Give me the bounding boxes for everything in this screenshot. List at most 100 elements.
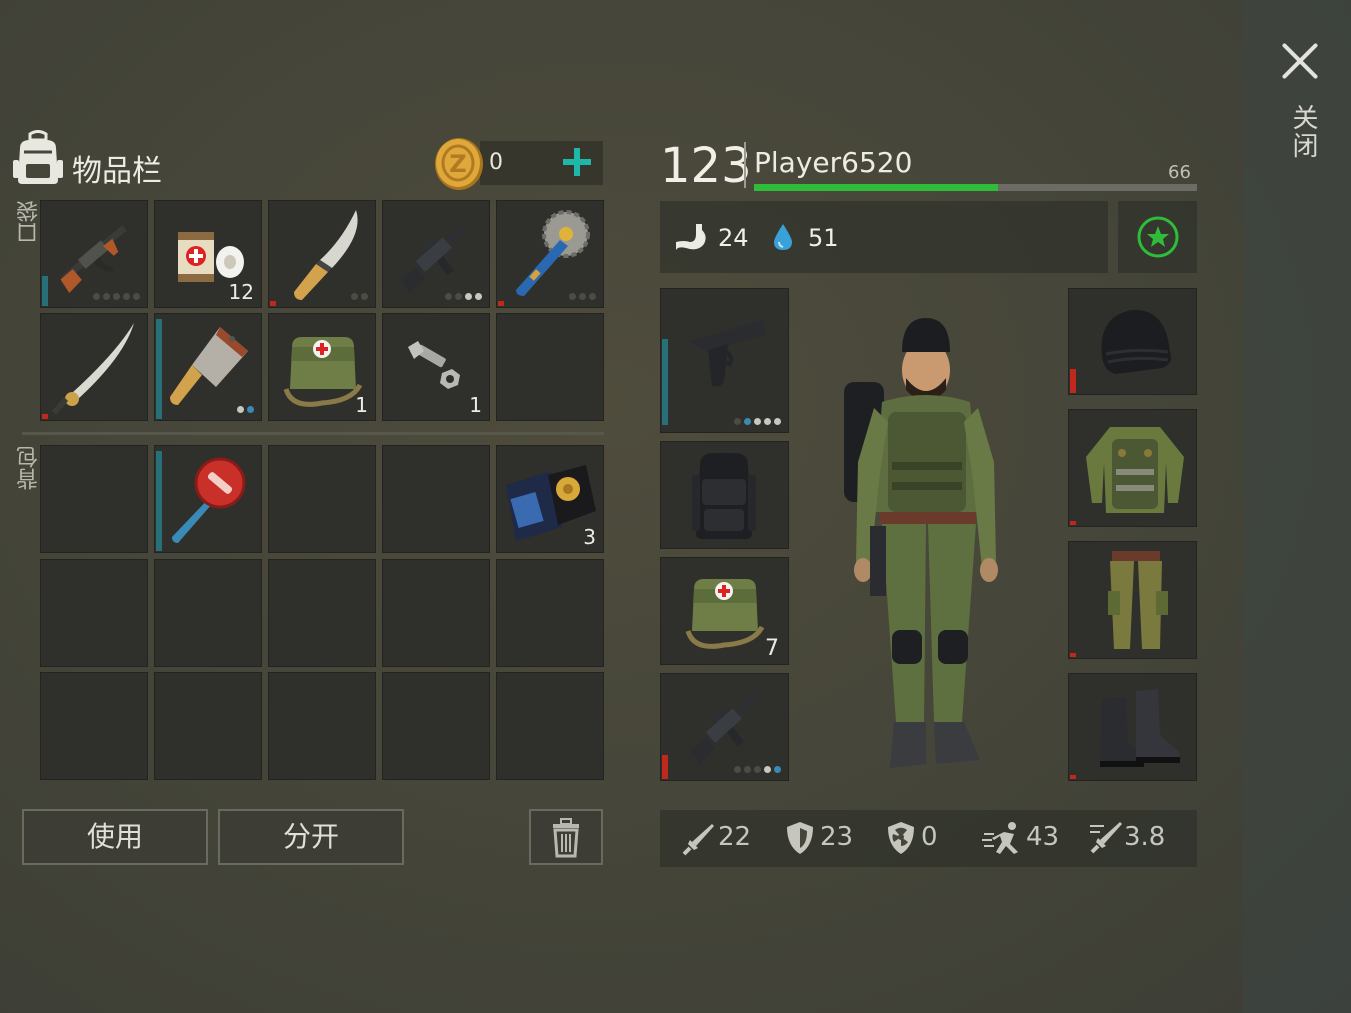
- backpack-icon: [12, 130, 64, 190]
- pocket-slot-9[interactable]: 1: [382, 313, 490, 421]
- saw-blade-club-icon: [516, 210, 590, 296]
- combat-boots-icon: [1100, 689, 1180, 767]
- durability-bar: [1070, 653, 1076, 657]
- quality-dots: [734, 418, 781, 425]
- attack-speed-value: 3.8: [1124, 822, 1166, 852]
- pocket-slot-6[interactable]: [40, 313, 148, 421]
- attack-icon: [682, 822, 716, 860]
- speed-running-icon: [982, 820, 1026, 860]
- pocket-slot-7[interactable]: [154, 313, 262, 421]
- backpack-slot-8[interactable]: [268, 559, 376, 667]
- section-divider: [22, 432, 604, 435]
- backpack-slot-15[interactable]: [496, 672, 604, 780]
- backpack-slot-12[interactable]: [154, 672, 262, 780]
- water-drop-icon: [772, 222, 794, 256]
- coin-count: 0: [489, 150, 503, 175]
- level-separator: [744, 142, 746, 188]
- favorites-button[interactable]: [1118, 201, 1197, 273]
- player-character: [830, 312, 1020, 778]
- m16-rifle-icon: [400, 222, 469, 294]
- backpack-slot-7[interactable]: [154, 559, 262, 667]
- split-button[interactable]: 分开: [218, 809, 404, 865]
- ak47-rifle-icon: [60, 225, 127, 294]
- tactical-backpack-icon: [692, 453, 756, 539]
- close-label[interactable]: 关闭: [1283, 104, 1318, 160]
- equip-slot-sidearm[interactable]: [660, 288, 789, 433]
- backpack-slot-3[interactable]: [268, 445, 376, 553]
- equip-slot-body[interactable]: [1068, 409, 1197, 527]
- add-coins-button[interactable]: [561, 146, 593, 178]
- hunger-value: 24: [718, 224, 749, 252]
- defense-value: 23: [820, 822, 854, 852]
- backpack-slot-6[interactable]: [40, 559, 148, 667]
- machete-icon: [294, 210, 358, 300]
- item-count: 7: [765, 636, 779, 661]
- xp-bar-fill: [754, 184, 998, 191]
- quality-dots: [445, 293, 482, 300]
- hunger-icon: [674, 222, 710, 256]
- durability-bar: [1070, 369, 1076, 393]
- speed-value: 43: [1026, 822, 1060, 852]
- pocket-slot-1[interactable]: [40, 200, 148, 308]
- pistol-icon: [688, 320, 766, 387]
- xp-value: 66: [1168, 162, 1191, 183]
- m16-rifle-icon: [690, 693, 759, 765]
- equip-slot-feet[interactable]: [1068, 673, 1197, 781]
- camo-armored-jacket-icon: [1086, 427, 1184, 513]
- item-count: 3: [583, 525, 596, 549]
- thirst-value: 51: [808, 224, 839, 252]
- katana-icon: [52, 323, 134, 415]
- backpack-slot-14[interactable]: [382, 672, 490, 780]
- inventory-title: 物品栏: [72, 154, 162, 189]
- pocket-slot-5[interactable]: [496, 200, 604, 308]
- durability-bar: [1070, 775, 1076, 779]
- cleaver-icon: [170, 327, 248, 405]
- defense-shield-icon: [785, 820, 815, 860]
- pocket-slot-3[interactable]: [268, 200, 376, 308]
- backpack-slot-13[interactable]: [268, 672, 376, 780]
- star-badge-icon: [1137, 216, 1179, 258]
- durability-bar: [662, 339, 668, 425]
- stop-sign-axe-icon: [172, 457, 246, 543]
- backpack-slot-10[interactable]: [496, 559, 604, 667]
- backpack-slot-1[interactable]: [40, 445, 148, 553]
- item-count: 1: [469, 393, 482, 417]
- pocket-slot-10[interactable]: [496, 313, 604, 421]
- backpack-slot-5[interactable]: 3: [496, 445, 604, 553]
- item-count: 1: [355, 393, 368, 417]
- durability-bar: [1070, 521, 1076, 525]
- equip-slot-backpack[interactable]: [660, 441, 789, 549]
- player-name: Player6520: [754, 146, 913, 179]
- backpack-slot-2[interactable]: [154, 445, 262, 553]
- quality-dots: [734, 766, 781, 773]
- quality-dots: [237, 406, 254, 413]
- quality-dots: [569, 293, 596, 300]
- pocket-slot-8[interactable]: 1: [268, 313, 376, 421]
- trash-button[interactable]: [529, 809, 603, 865]
- svg-text:Z: Z: [449, 150, 466, 178]
- equip-slot-primary[interactable]: [660, 673, 789, 781]
- attack-value: 22: [718, 822, 752, 852]
- radiation-icon: [886, 820, 916, 860]
- quality-dots: [93, 293, 140, 300]
- camo-pants-icon: [1108, 551, 1168, 649]
- pocket-slot-2[interactable]: 12: [154, 200, 262, 308]
- use-button[interactable]: 使用: [22, 809, 208, 865]
- durability-bar: [662, 755, 668, 779]
- close-icon[interactable]: [1279, 40, 1321, 82]
- backpack-slot-11[interactable]: [40, 672, 148, 780]
- item-count: 12: [228, 280, 254, 304]
- coin-icon: Z: [432, 136, 486, 196]
- radiation-value: 0: [921, 822, 938, 852]
- quality-dots: [351, 293, 368, 300]
- pocket-slot-4[interactable]: [382, 200, 490, 308]
- beanie-hat-icon: [1101, 309, 1171, 374]
- equip-slot-medical[interactable]: 7: [660, 557, 789, 665]
- trash-icon: [553, 818, 579, 858]
- backpack-slot-9[interactable]: [382, 559, 490, 667]
- player-level: 123: [660, 138, 752, 194]
- attack-speed-icon: [1088, 820, 1124, 860]
- backpack-slot-4[interactable]: [382, 445, 490, 553]
- equip-slot-legs[interactable]: [1068, 541, 1197, 659]
- equip-slot-head[interactable]: [1068, 288, 1197, 395]
